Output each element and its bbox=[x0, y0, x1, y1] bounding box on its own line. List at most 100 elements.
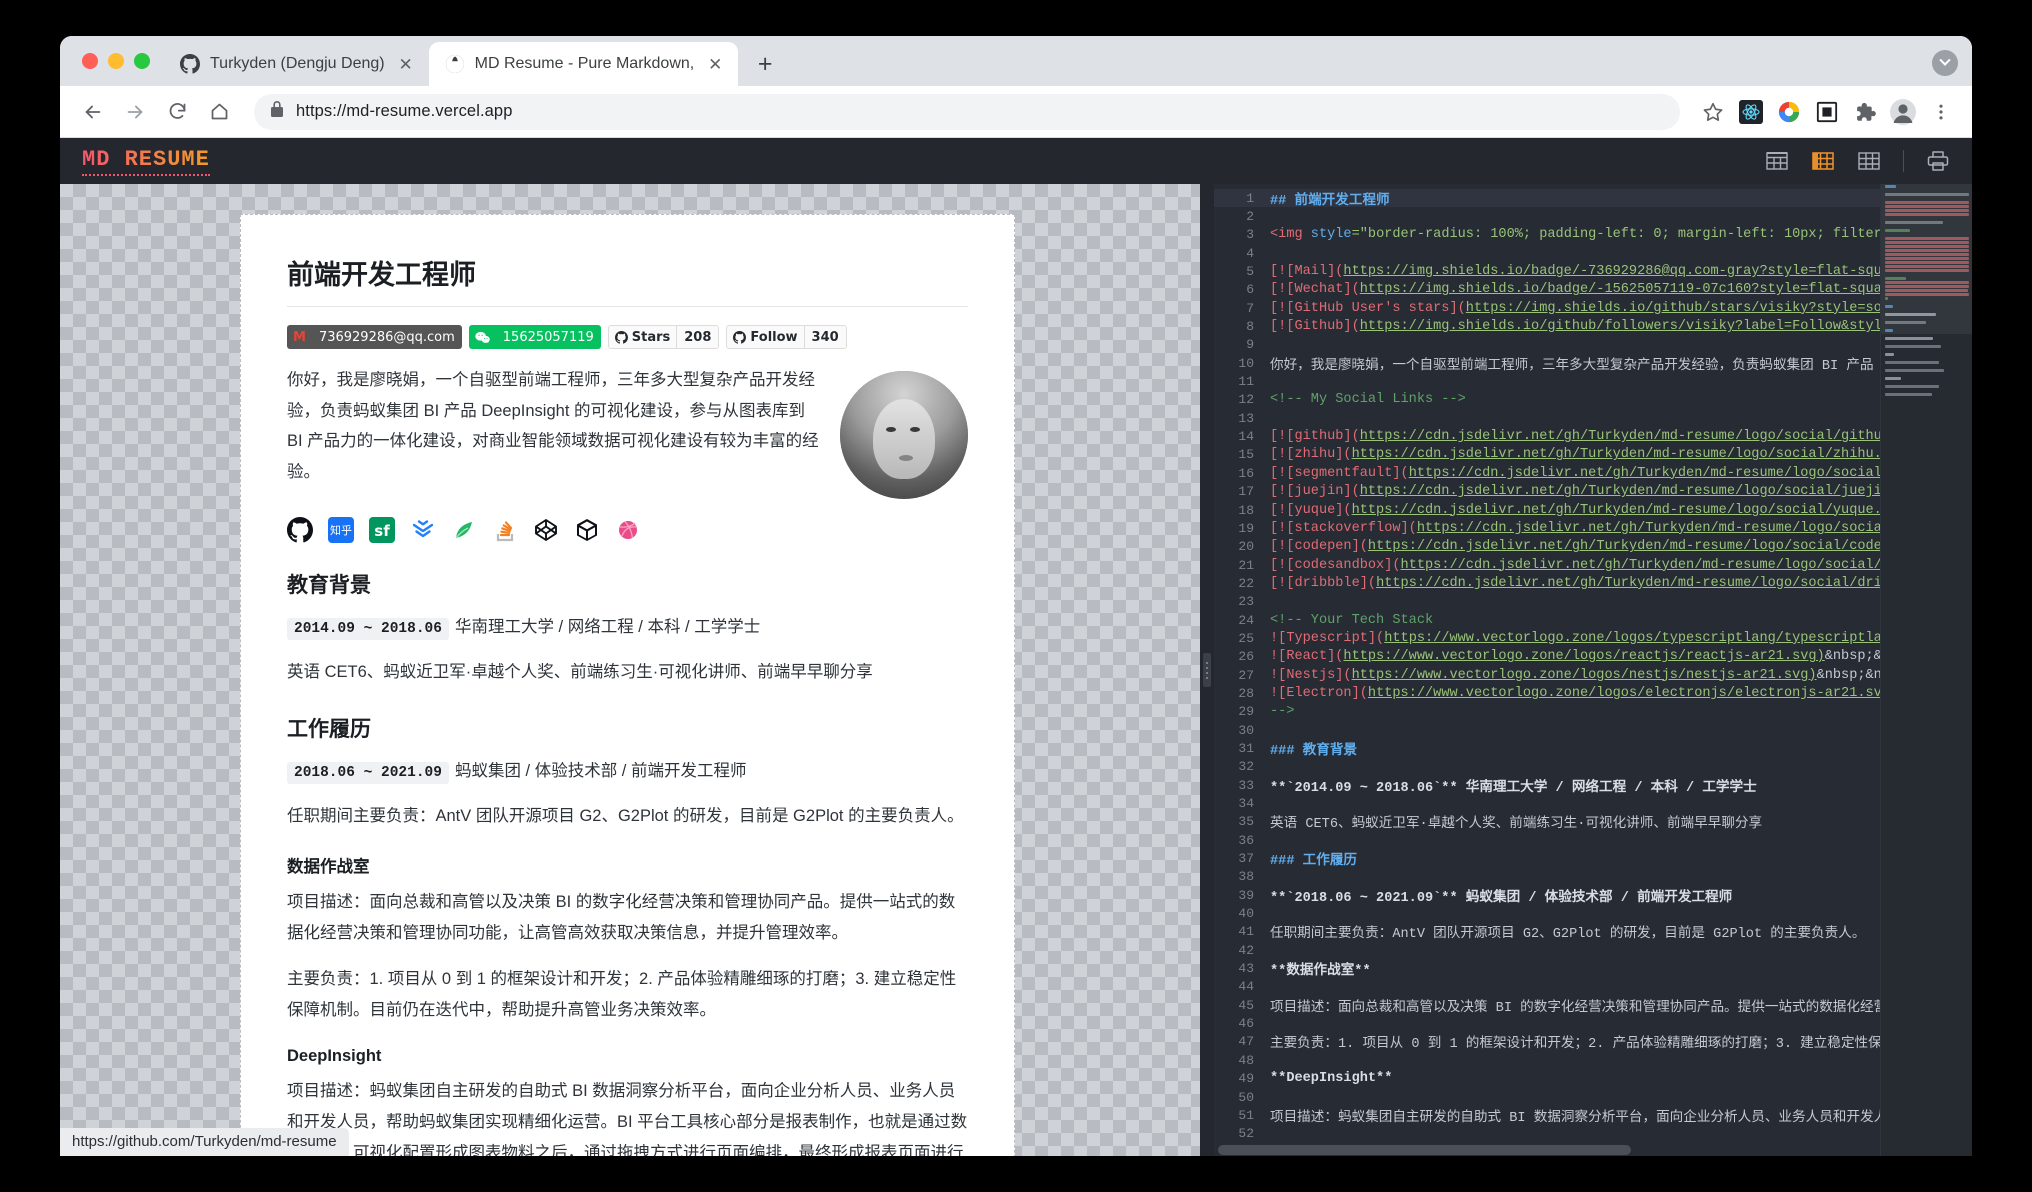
code-line[interactable]: 46 bbox=[1214, 1014, 1972, 1032]
badge-mail[interactable]: M 736929286@qq.com bbox=[287, 325, 462, 349]
code-line[interactable]: 47主要负责：1. 项目从 0 到 1 的框架设计和开发；2. 产品体验精雕细琢… bbox=[1214, 1033, 1972, 1051]
code-line[interactable]: 49**DeepInsight** bbox=[1214, 1070, 1972, 1088]
code-line[interactable]: 44 bbox=[1214, 978, 1972, 996]
code-line[interactable]: 48 bbox=[1214, 1051, 1972, 1069]
code-line[interactable]: 5[![Mail](https://img.shields.io/badge/-… bbox=[1214, 262, 1972, 280]
code-line[interactable]: 26![React](https://www.vectorlogo.zone/l… bbox=[1214, 648, 1972, 666]
codepen-icon[interactable] bbox=[533, 517, 559, 543]
segmentfault-icon[interactable]: sf bbox=[369, 517, 395, 543]
code-line[interactable]: 52 bbox=[1214, 1125, 1972, 1143]
code-line[interactable]: 14[![github](https://cdn.jsdelivr.net/gh… bbox=[1214, 427, 1972, 445]
tab-search-button[interactable] bbox=[1932, 50, 1958, 76]
code-line[interactable]: 15[![zhihu](https://cdn.jsdelivr.net/gh/… bbox=[1214, 446, 1972, 464]
code-line[interactable]: 39**`2018.06 ~ 2021.09`** 蚂蚁集团 / 体验技术部 /… bbox=[1214, 886, 1972, 904]
maximize-window-button[interactable] bbox=[134, 53, 150, 69]
zhihu-icon[interactable]: 知乎 bbox=[328, 517, 354, 543]
code-line[interactable]: 16[![segmentfault](https://cdn.jsdelivr.… bbox=[1214, 464, 1972, 482]
close-tab-button[interactable]: ✕ bbox=[395, 53, 417, 75]
minimap-slider[interactable] bbox=[1881, 184, 1972, 334]
code-line[interactable]: 21[![codesandbox](https://cdn.jsdelivr.n… bbox=[1214, 556, 1972, 574]
code-line[interactable]: 20[![codepen](https://cdn.jsdelivr.net/g… bbox=[1214, 538, 1972, 556]
code-line[interactable]: 38 bbox=[1214, 868, 1972, 886]
code-line[interactable]: 43**数据作战室** bbox=[1214, 959, 1972, 977]
code-line[interactable]: 3<img style="border-radius: 100%; paddin… bbox=[1214, 226, 1972, 244]
code-lines[interactable]: 1## 前端开发工程师23<img style="border-radius: … bbox=[1214, 184, 1972, 1156]
code-line[interactable]: 10你好，我是廖晓娟，一个自驱型前端工程师，三年多大型复杂产品开发经验，负责蚂蚁… bbox=[1214, 354, 1972, 372]
code-line[interactable]: 13 bbox=[1214, 409, 1972, 427]
react-devtools-icon[interactable] bbox=[1734, 95, 1768, 129]
app-logo[interactable]: MD RESUME bbox=[82, 147, 210, 176]
close-tab-button[interactable]: ✕ bbox=[704, 53, 726, 75]
profile-avatar[interactable] bbox=[1886, 95, 1920, 129]
badge-github-follow[interactable]: Follow 340 bbox=[726, 325, 846, 349]
codesandbox-icon[interactable] bbox=[574, 517, 600, 543]
back-icon[interactable] bbox=[74, 93, 112, 131]
section-heading-work: 工作履历 bbox=[287, 713, 968, 743]
code-line[interactable]: 1## 前端开发工程师 bbox=[1214, 189, 1972, 207]
code-line[interactable]: 4 bbox=[1214, 244, 1972, 262]
code-line[interactable]: 37### 工作履历 bbox=[1214, 849, 1972, 867]
code-line[interactable]: 25![Typescript](https://www.vectorlogo.z… bbox=[1214, 629, 1972, 647]
code-line[interactable]: 29--> bbox=[1214, 703, 1972, 721]
code-line[interactable]: 28![Electron](https://www.vectorlogo.zon… bbox=[1214, 684, 1972, 702]
code-line[interactable]: 34 bbox=[1214, 794, 1972, 812]
kebab-menu-icon[interactable] bbox=[1924, 95, 1958, 129]
code-line[interactable]: 22[![dribbble](https://cdn.jsdelivr.net/… bbox=[1214, 574, 1972, 592]
code-line[interactable]: 24<!-- Your Tech Stack bbox=[1214, 611, 1972, 629]
code-line[interactable]: 36 bbox=[1214, 831, 1972, 849]
code-line[interactable]: 30 bbox=[1214, 721, 1972, 739]
split-layout-icon[interactable] bbox=[1811, 149, 1835, 173]
juejin-icon[interactable] bbox=[410, 517, 436, 543]
code-line[interactable]: 50 bbox=[1214, 1088, 1972, 1106]
print-icon[interactable] bbox=[1926, 149, 1950, 173]
minimize-window-button[interactable] bbox=[108, 53, 124, 69]
close-window-button[interactable] bbox=[82, 53, 98, 69]
code-line[interactable]: 35英语 CET6、蚂蚁近卫军·卓越个人奖、前端练习生·可视化讲师、前端早早聊分… bbox=[1214, 813, 1972, 831]
code-line[interactable]: 6[![Wechat](https://img.shields.io/badge… bbox=[1214, 281, 1972, 299]
yuque-icon[interactable] bbox=[451, 517, 477, 543]
dribbble-icon[interactable] bbox=[615, 517, 641, 543]
markdown-editor[interactable]: 1## 前端开发工程师23<img style="border-radius: … bbox=[1214, 184, 1972, 1156]
code-line[interactable]: 31### 教育背景 bbox=[1214, 739, 1972, 757]
code-line[interactable]: 45项目描述：面向总裁和高管以及决策 BI 的数字化经营决策和管理协同产品。提供… bbox=[1214, 996, 1972, 1014]
code-line[interactable]: 17[![juejin](https://cdn.jsdelivr.net/gh… bbox=[1214, 483, 1972, 501]
editor-minimap[interactable] bbox=[1880, 184, 1972, 1156]
github-icon[interactable] bbox=[287, 517, 313, 543]
forward-icon[interactable] bbox=[116, 93, 154, 131]
stackoverflow-icon[interactable] bbox=[492, 517, 518, 543]
badge-wechat[interactable]: 15625057119 bbox=[469, 325, 601, 349]
code-line[interactable]: 7[![GitHub User's stars](https://img.shi… bbox=[1214, 299, 1972, 317]
bookmark-star-icon[interactable] bbox=[1696, 95, 1730, 129]
editor-layout-icon[interactable] bbox=[1857, 149, 1881, 173]
code-line[interactable]: 11 bbox=[1214, 372, 1972, 390]
code-line[interactable]: 51项目描述：蚂蚁集团自主研发的自助式 BI 数据洞察分析平台，面向企业分析人员… bbox=[1214, 1106, 1972, 1124]
line-number: 44 bbox=[1214, 979, 1270, 994]
code-line[interactable]: 19[![stackoverflow](https://cdn.jsdelivr… bbox=[1214, 519, 1972, 537]
puzzle-extensions-icon[interactable] bbox=[1848, 95, 1882, 129]
browser-tab-2[interactable]: MD Resume - Pure Markdown, ✕ bbox=[429, 42, 739, 86]
code-line[interactable]: 8[![Github](https://img.shields.io/githu… bbox=[1214, 317, 1972, 335]
code-line[interactable]: 2 bbox=[1214, 207, 1972, 225]
code-line[interactable]: 33**`2014.09 ~ 2018.06`** 华南理工大学 / 网络工程 … bbox=[1214, 776, 1972, 794]
code-line[interactable]: 18[![yuque](https://cdn.jsdelivr.net/gh/… bbox=[1214, 501, 1972, 519]
line-number: 22 bbox=[1214, 576, 1270, 591]
address-bar[interactable]: https://md-resume.vercel.app bbox=[254, 94, 1680, 130]
code-line[interactable]: 12<!-- My Social Links --> bbox=[1214, 391, 1972, 409]
square-extension-icon[interactable] bbox=[1810, 95, 1844, 129]
code-line[interactable]: 41任职期间主要负责：AntV 团队开源项目 G2、G2Plot 的研发，目前是… bbox=[1214, 923, 1972, 941]
color-picker-icon[interactable] bbox=[1772, 95, 1806, 129]
code-line[interactable]: 42 bbox=[1214, 941, 1972, 959]
code-line[interactable]: 40 bbox=[1214, 904, 1972, 922]
new-tab-button[interactable]: + bbox=[748, 47, 782, 81]
preview-layout-icon[interactable] bbox=[1765, 149, 1789, 173]
code-line[interactable]: 23 bbox=[1214, 593, 1972, 611]
editor-horizontal-scrollbar[interactable] bbox=[1214, 1144, 1880, 1156]
pane-splitter[interactable] bbox=[1200, 184, 1214, 1156]
home-icon[interactable] bbox=[200, 93, 238, 131]
code-line[interactable]: 32 bbox=[1214, 758, 1972, 776]
badge-github-stars[interactable]: Stars 208 bbox=[608, 325, 720, 349]
browser-tab-1[interactable]: Turkyden (Dengju Deng) ✕ bbox=[164, 42, 429, 86]
code-line[interactable]: 9 bbox=[1214, 336, 1972, 354]
code-line[interactable]: 27![Nestjs](https://www.vectorlogo.zone/… bbox=[1214, 666, 1972, 684]
reload-icon[interactable] bbox=[158, 93, 196, 131]
